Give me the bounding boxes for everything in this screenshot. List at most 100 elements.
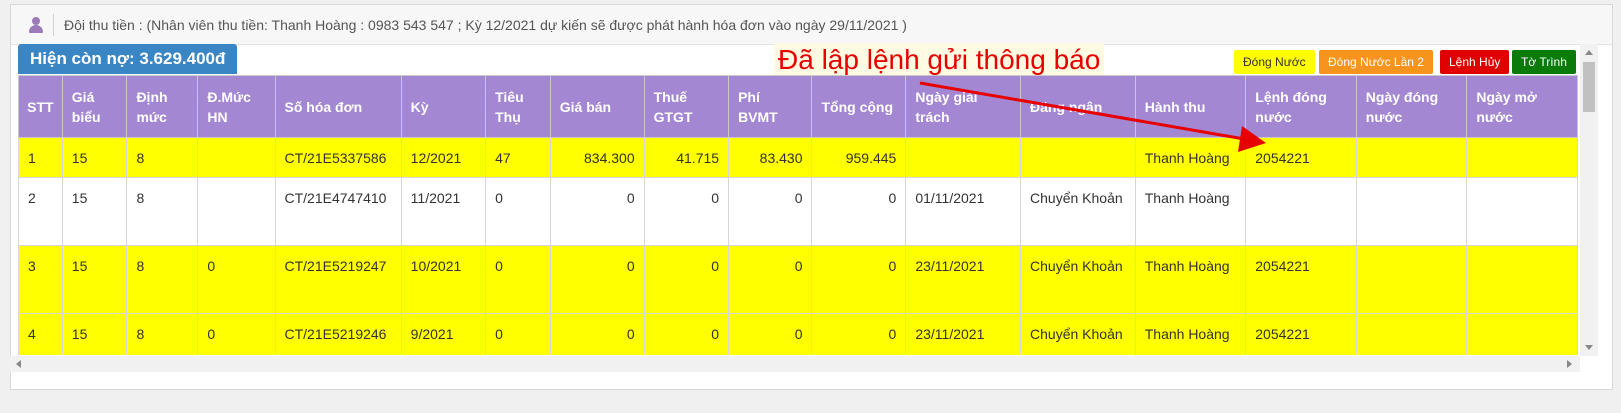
cell-payment: Chuyển Khoản: [1020, 177, 1136, 246]
cell-total: 0: [811, 245, 907, 314]
column-header: Giá bán: [549, 75, 645, 138]
collector-info: Đội thu tiền : (Nhân viên thu tiền: Than…: [64, 16, 907, 33]
cell-norm-hn: [197, 177, 276, 246]
cell-total: 0: [811, 313, 907, 355]
cell-norm: 8: [126, 177, 199, 246]
invoice-table: STT Giá biểu Định mức Đ.Mức HN Số hóa đơ…: [18, 75, 1578, 355]
column-header: Giá biểu: [61, 75, 128, 138]
cell-close-order: 2054221: [1245, 313, 1357, 355]
table-row[interactable]: 2 15 8 CT/21E4747410 11/2021 0 0 0 0 0 0…: [18, 177, 1578, 246]
cell-open-date: [1466, 177, 1578, 246]
cell-price: 834.300: [549, 137, 645, 178]
cell-price: 0: [549, 313, 645, 355]
cell-consumption: 47: [485, 137, 551, 178]
horizontal-scrollbar[interactable]: [10, 356, 1580, 372]
annotation-label: Đã lập lệnh gửi thông báo: [774, 43, 1105, 77]
cell-invoice-no: CT/21E4747410: [274, 177, 402, 246]
cell-invoice-no: CT/21E5337586: [274, 137, 402, 178]
cell-close-date: [1355, 313, 1468, 355]
header-divider: [53, 13, 54, 36]
column-header: Đ.Mức HN: [197, 75, 276, 138]
cell-period: 9/2021: [400, 313, 487, 355]
cell-close-order: 2054221: [1245, 245, 1357, 314]
cell-vat: 0: [643, 245, 730, 314]
cell-norm: 8: [126, 313, 199, 355]
column-header: Kỳ: [400, 75, 487, 138]
close-water-button[interactable]: Đóng Nước: [1234, 50, 1315, 74]
column-header: Tiêu Thụ: [485, 75, 551, 138]
cell-settle-date: 01/11/2021: [905, 177, 1022, 246]
invoice-table-container: STT Giá biểu Định mức Đ.Mức HN Số hóa đơ…: [18, 75, 1578, 355]
cell-norm-hn: 0: [197, 313, 276, 355]
cell-tariff: 15: [61, 137, 128, 178]
table-row[interactable]: 3 15 8 0 CT/21E5219247 10/2021 0 0 0 0 0…: [18, 245, 1578, 314]
cell-settle-date: 23/11/2021: [905, 245, 1022, 314]
cell-payment: [1020, 137, 1136, 178]
cell-payment: Chuyển Khoản: [1020, 313, 1136, 355]
cell-collector: Thanh Hoàng: [1134, 137, 1247, 178]
cell-total: 0: [811, 177, 907, 246]
report-button[interactable]: Tờ Trình: [1512, 50, 1576, 74]
cell-env-fee: 83.430: [728, 137, 813, 178]
table-row[interactable]: 1 15 8 CT/21E5337586 12/2021 47 834.300 …: [18, 137, 1578, 178]
column-header: Ngày đóng nước: [1355, 75, 1468, 138]
cell-price: 0: [549, 245, 645, 314]
scroll-up-icon[interactable]: [1585, 50, 1593, 55]
vertical-scrollbar[interactable]: [1580, 44, 1598, 356]
cell-tariff: 15: [61, 177, 128, 246]
column-header: Đăng ngân: [1020, 75, 1136, 138]
column-header: Hành thu: [1134, 75, 1247, 138]
cell-open-date: [1466, 137, 1578, 178]
cancel-order-button[interactable]: Lệnh Hủy: [1440, 50, 1510, 74]
scroll-thumb[interactable]: [1583, 62, 1595, 112]
cell-consumption: 0: [485, 313, 551, 355]
table-row[interactable]: 4 15 8 0 CT/21E5219246 9/2021 0 0 0 0 0 …: [18, 313, 1578, 355]
cell-stt: 1: [18, 137, 63, 178]
column-header: Lệnh đóng nước: [1245, 75, 1357, 138]
cell-close-order: 2054221: [1245, 137, 1357, 178]
cell-close-date: [1355, 137, 1468, 178]
column-header: Phí BVMT: [728, 75, 813, 138]
cell-open-date: [1466, 313, 1578, 355]
scroll-left-icon[interactable]: [16, 360, 21, 368]
cell-stt: 3: [18, 245, 63, 314]
cell-total: 959.445: [811, 137, 907, 178]
cell-settle-date: 23/11/2021: [905, 313, 1022, 355]
column-header: STT: [18, 75, 63, 138]
cell-norm: 8: [126, 245, 199, 314]
cell-vat: 41.715: [643, 137, 730, 178]
user-icon: [29, 16, 43, 33]
cell-invoice-no: CT/21E5219246: [274, 313, 402, 355]
column-header: Định mức: [126, 75, 199, 138]
cell-settle-date: [905, 137, 1022, 178]
cell-vat: 0: [643, 313, 730, 355]
scroll-right-icon[interactable]: [1567, 360, 1572, 368]
scroll-down-icon[interactable]: [1585, 345, 1593, 350]
cell-close-order: [1245, 177, 1357, 246]
cell-norm-hn: 0: [197, 245, 276, 314]
cell-env-fee: 0: [728, 245, 813, 314]
cell-period: 10/2021: [400, 245, 487, 314]
cell-norm: 8: [126, 137, 199, 178]
cell-period: 12/2021: [400, 137, 487, 178]
cell-period: 11/2021: [400, 177, 487, 246]
cell-price: 0: [549, 177, 645, 246]
cell-norm-hn: [197, 137, 276, 178]
cell-invoice-no: CT/21E5219247: [274, 245, 402, 314]
column-header: Thuế GTGT: [643, 75, 730, 138]
cell-consumption: 0: [485, 177, 551, 246]
column-header: Ngày giải trách: [905, 75, 1022, 138]
cell-collector: Thanh Hoàng: [1134, 245, 1247, 314]
panel-header: Đội thu tiền : (Nhân viên thu tiền: Than…: [11, 5, 1612, 45]
column-header: Tổng cộng: [811, 75, 907, 138]
cell-collector: Thanh Hoàng: [1134, 177, 1247, 246]
debt-badge: Hiện còn nợ: 3.629.400đ: [18, 44, 238, 74]
close-water-second-button[interactable]: Đóng Nước Lần 2: [1319, 50, 1433, 74]
cell-open-date: [1466, 245, 1578, 314]
cell-consumption: 0: [485, 245, 551, 314]
cell-tariff: 15: [61, 313, 128, 355]
cell-close-date: [1355, 245, 1468, 314]
cell-env-fee: 0: [728, 313, 813, 355]
cell-vat: 0: [643, 177, 730, 246]
cell-collector: Thanh Hoàng: [1134, 313, 1247, 355]
